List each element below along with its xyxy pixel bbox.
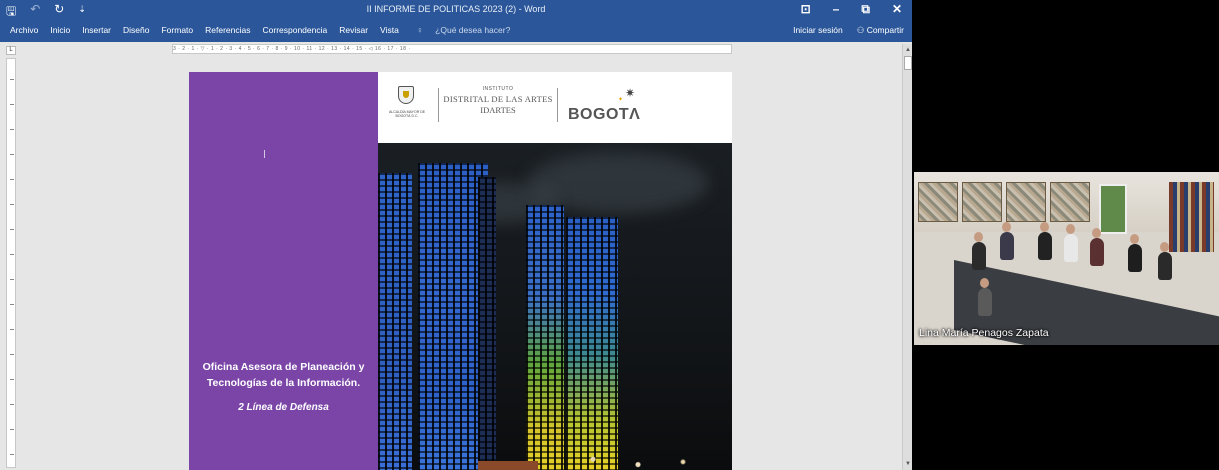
tell-me-search[interactable]: ♀ ¿Qué desea hacer? bbox=[405, 25, 523, 35]
tower-gradient-left bbox=[526, 205, 564, 470]
video-person-head bbox=[1066, 224, 1075, 234]
video-person-head bbox=[1160, 242, 1169, 252]
ribbon-tabs: Archivo Inicio Insertar Diseño Formato R… bbox=[0, 20, 912, 42]
video-person bbox=[1064, 234, 1078, 262]
video-person bbox=[1000, 232, 1014, 260]
close-button[interactable]: ✕ bbox=[892, 2, 902, 17]
vertical-ruler[interactable] bbox=[6, 58, 16, 468]
video-artwork bbox=[918, 182, 958, 222]
document-page[interactable]: Oficina Asesora de Planeación y Tecnolog… bbox=[189, 72, 732, 470]
video-window bbox=[1099, 184, 1127, 234]
video-person-head bbox=[974, 232, 983, 242]
vertical-scrollbar[interactable]: ▲ ▼ bbox=[902, 44, 912, 470]
video-person bbox=[1158, 252, 1172, 280]
tab-revisar[interactable]: Revisar bbox=[333, 25, 374, 35]
lightbulb-icon: ♀ bbox=[416, 25, 424, 35]
video-person bbox=[978, 288, 992, 316]
idartes-label: IDARTES bbox=[480, 105, 516, 115]
office-title: Oficina Asesora de Planeación y Tecnolog… bbox=[202, 361, 365, 389]
defense-line-subtitle: 2 Línea de Defensa bbox=[238, 402, 329, 413]
word-window: 🖫 ↶ ↻ ⇣ II INFORME DE POLITICAS 2023 (2)… bbox=[0, 0, 912, 470]
logo-header: ALCALDÍA MAYOR DE BOGOTÁ D.C. INSTITUTO … bbox=[378, 72, 732, 143]
distrital-label: DISTRITAL DE LAS ARTES bbox=[443, 94, 553, 104]
alcaldia-label: ALCALDÍA MAYOR DE BOGOTÁ D.C. bbox=[388, 110, 426, 118]
tab-diseno[interactable]: Diseño bbox=[117, 25, 155, 35]
night-towers-photo bbox=[378, 143, 732, 470]
brick-roof bbox=[478, 461, 538, 470]
text-cursor bbox=[264, 150, 265, 158]
star-small-icon: ✦ bbox=[618, 97, 624, 103]
instituto-label: INSTITUTO bbox=[482, 86, 514, 92]
minimize-button[interactable]: – bbox=[833, 2, 840, 17]
tab-selector[interactable]: L bbox=[6, 46, 16, 55]
purple-cover-panel: Oficina Asesora de Planeación y Tecnolog… bbox=[189, 72, 378, 470]
title-bar: 🖫 ↶ ↻ ⇣ II INFORME DE POLITICAS 2023 (2)… bbox=[0, 0, 912, 20]
city-lights bbox=[578, 443, 728, 470]
tab-inicio[interactable]: Inicio bbox=[44, 25, 76, 35]
sign-in-link[interactable]: Iniciar sesión bbox=[793, 25, 843, 36]
logo-divider bbox=[438, 88, 439, 122]
tower-left-edge bbox=[378, 173, 412, 470]
video-person-head bbox=[1040, 222, 1049, 232]
document-title: II INFORME DE POLITICAS 2023 (2) - Word bbox=[366, 4, 546, 14]
video-person-head bbox=[1130, 234, 1139, 244]
video-person bbox=[1090, 238, 1104, 266]
share-button[interactable]: ⚇ Compartir bbox=[857, 25, 904, 36]
video-bookshelf bbox=[1169, 182, 1214, 252]
bogota-wordmark: BOGOTΛ bbox=[568, 106, 641, 123]
video-artwork bbox=[1050, 182, 1090, 222]
scroll-thumb[interactable] bbox=[904, 56, 912, 70]
video-person-head bbox=[1002, 222, 1011, 232]
tab-insertar[interactable]: Insertar bbox=[76, 25, 117, 35]
person-icon: ⚇ bbox=[856, 25, 867, 35]
participant-name-label: Lina María Penagos Zapata bbox=[919, 327, 1049, 339]
video-person bbox=[1128, 244, 1142, 272]
scroll-up-icon[interactable]: ▲ bbox=[904, 46, 912, 54]
tell-me-text: ¿Qué desea hacer? bbox=[435, 25, 511, 35]
logo-divider bbox=[557, 88, 558, 122]
horizontal-ruler[interactable]: 3 · 2 · 1 · ▽ · 1 · 2 · 3 · 4 · 5 · 6 · … bbox=[172, 44, 732, 54]
participant-video-tile[interactable]: Lina María Penagos Zapata bbox=[914, 172, 1219, 345]
tower-gradient-right bbox=[566, 217, 618, 470]
video-artwork bbox=[1006, 182, 1046, 222]
video-person bbox=[972, 242, 986, 270]
tower-blue-side bbox=[478, 177, 496, 470]
video-artwork bbox=[962, 182, 1002, 222]
tab-referencias[interactable]: Referencias bbox=[199, 25, 256, 35]
share-label: Compartir bbox=[866, 25, 904, 35]
window-controls: ⊡ – ⧉ ✕ bbox=[801, 2, 902, 17]
bogota-crest-logo bbox=[398, 86, 414, 104]
restore-button[interactable]: ⧉ bbox=[861, 2, 870, 17]
video-person-head bbox=[1092, 228, 1101, 238]
scroll-down-icon[interactable]: ▼ bbox=[904, 460, 912, 468]
tab-formato[interactable]: Formato bbox=[155, 25, 199, 35]
ribbon-options-icon[interactable]: ⊡ bbox=[801, 2, 811, 17]
video-person bbox=[1038, 232, 1052, 260]
screen: 🖫 ↶ ↻ ⇣ II INFORME DE POLITICAS 2023 (2)… bbox=[0, 0, 1219, 470]
tab-archivo[interactable]: Archivo bbox=[4, 25, 44, 35]
video-person-head bbox=[980, 278, 989, 288]
star-icon: ✷ bbox=[625, 86, 636, 100]
tab-correspondencia[interactable]: Correspondencia bbox=[257, 25, 334, 35]
idartes-logo: INSTITUTO DISTRITAL DE LAS ARTES IDARTES bbox=[442, 86, 554, 115]
tab-vista[interactable]: Vista bbox=[374, 25, 405, 35]
